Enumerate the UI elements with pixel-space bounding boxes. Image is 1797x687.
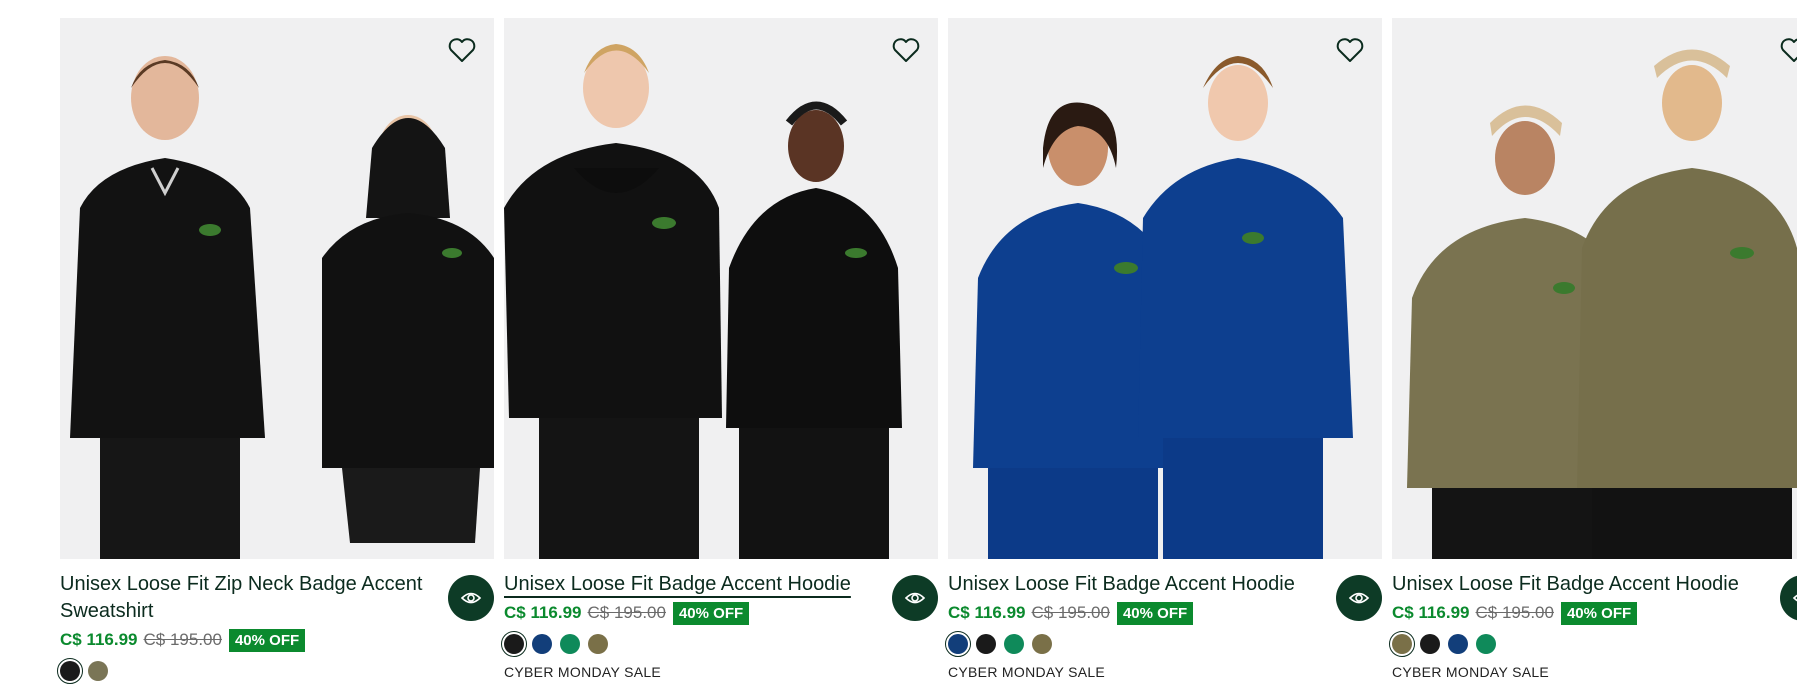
color-swatch[interactable] [501,631,527,657]
color-swatches [1389,631,1797,657]
product-info: Unisex Loose Fit Badge Accent Hoodie C$ … [501,559,938,680]
original-price: C$ 195.00 [1031,603,1110,622]
price-row: C$ 116.99 C$ 195.00 40% OFF [60,627,494,653]
color-swatch[interactable] [588,634,608,654]
heart-outline-icon [448,38,476,62]
original-price: C$ 195.00 [587,603,666,622]
color-swatch[interactable] [1004,634,1024,654]
promo-label: CYBER MONDAY SALE [504,664,662,680]
heart-outline-icon [892,38,920,62]
color-swatch[interactable] [1476,634,1496,654]
quick-view-button[interactable] [448,575,494,621]
sale-price: C$ 116.99 [948,603,1026,622]
product-image[interactable] [60,18,494,559]
color-swatch[interactable] [57,658,83,684]
product-card[interactable]: Unisex Loose Fit Badge Accent Hoodie C$ … [1389,18,1797,680]
heart-outline-icon [1780,38,1797,62]
product-card[interactable]: Unisex Loose Fit Zip Neck Badge Accent S… [57,18,494,684]
color-swatch[interactable] [560,634,580,654]
eye-icon [904,592,926,604]
product-info: Unisex Loose Fit Zip Neck Badge Accent S… [57,559,494,684]
sale-price: C$ 116.99 [1392,603,1470,622]
quick-view-button[interactable] [1336,575,1382,621]
wishlist-button[interactable] [1334,34,1366,66]
promo-label: CYBER MONDAY SALE [1392,664,1550,680]
product-info: Unisex Loose Fit Badge Accent Hoodie C$ … [1389,559,1797,680]
color-swatch[interactable] [976,634,996,654]
promo-label: CYBER MONDAY SALE [948,664,1106,680]
discount-badge: 40% OFF [1560,601,1638,625]
wishlist-button[interactable] [1778,34,1797,66]
color-swatch[interactable] [532,634,552,654]
original-price: C$ 195.00 [143,630,222,649]
price-row: C$ 116.99 C$ 195.00 40% OFF [948,600,1382,626]
color-swatch[interactable] [88,661,108,681]
product-title[interactable]: Unisex Loose Fit Badge Accent Hoodie [1392,571,1762,598]
price-row: C$ 116.99 C$ 195.00 40% OFF [1392,600,1797,626]
quick-view-button[interactable] [892,575,938,621]
discount-badge: 40% OFF [672,601,750,625]
eye-icon [1348,592,1370,604]
product-title[interactable]: Unisex Loose Fit Zip Neck Badge Accent S… [60,571,430,625]
product-image[interactable] [1392,18,1797,559]
color-swatches [501,631,938,657]
eye-icon [460,592,482,604]
product-card[interactable]: Unisex Loose Fit Badge Accent Hoodie C$ … [501,18,938,680]
eye-icon [1792,594,1797,602]
sale-price: C$ 116.99 [60,630,138,649]
color-swatch[interactable] [1448,634,1468,654]
color-swatch[interactable] [945,631,971,657]
color-swatch[interactable] [1389,631,1415,657]
product-title[interactable]: Unisex Loose Fit Badge Accent Hoodie [504,571,874,598]
color-swatches [57,658,494,684]
color-swatch[interactable] [1032,634,1052,654]
product-image[interactable] [504,18,938,559]
color-swatch[interactable] [1420,634,1440,654]
sale-price: C$ 116.99 [504,603,582,622]
original-price: C$ 195.00 [1475,603,1554,622]
discount-badge: 40% OFF [228,628,306,652]
heart-outline-icon [1336,38,1364,62]
product-image[interactable] [948,18,1382,559]
wishlist-button[interactable] [890,34,922,66]
price-row: C$ 116.99 C$ 195.00 40% OFF [504,600,938,626]
product-title[interactable]: Unisex Loose Fit Badge Accent Hoodie [948,571,1318,598]
product-card[interactable]: Unisex Loose Fit Badge Accent Hoodie C$ … [945,18,1382,680]
wishlist-button[interactable] [446,34,478,66]
discount-badge: 40% OFF [1116,601,1194,625]
color-swatches [945,631,1382,657]
product-info: Unisex Loose Fit Badge Accent Hoodie C$ … [945,559,1382,680]
